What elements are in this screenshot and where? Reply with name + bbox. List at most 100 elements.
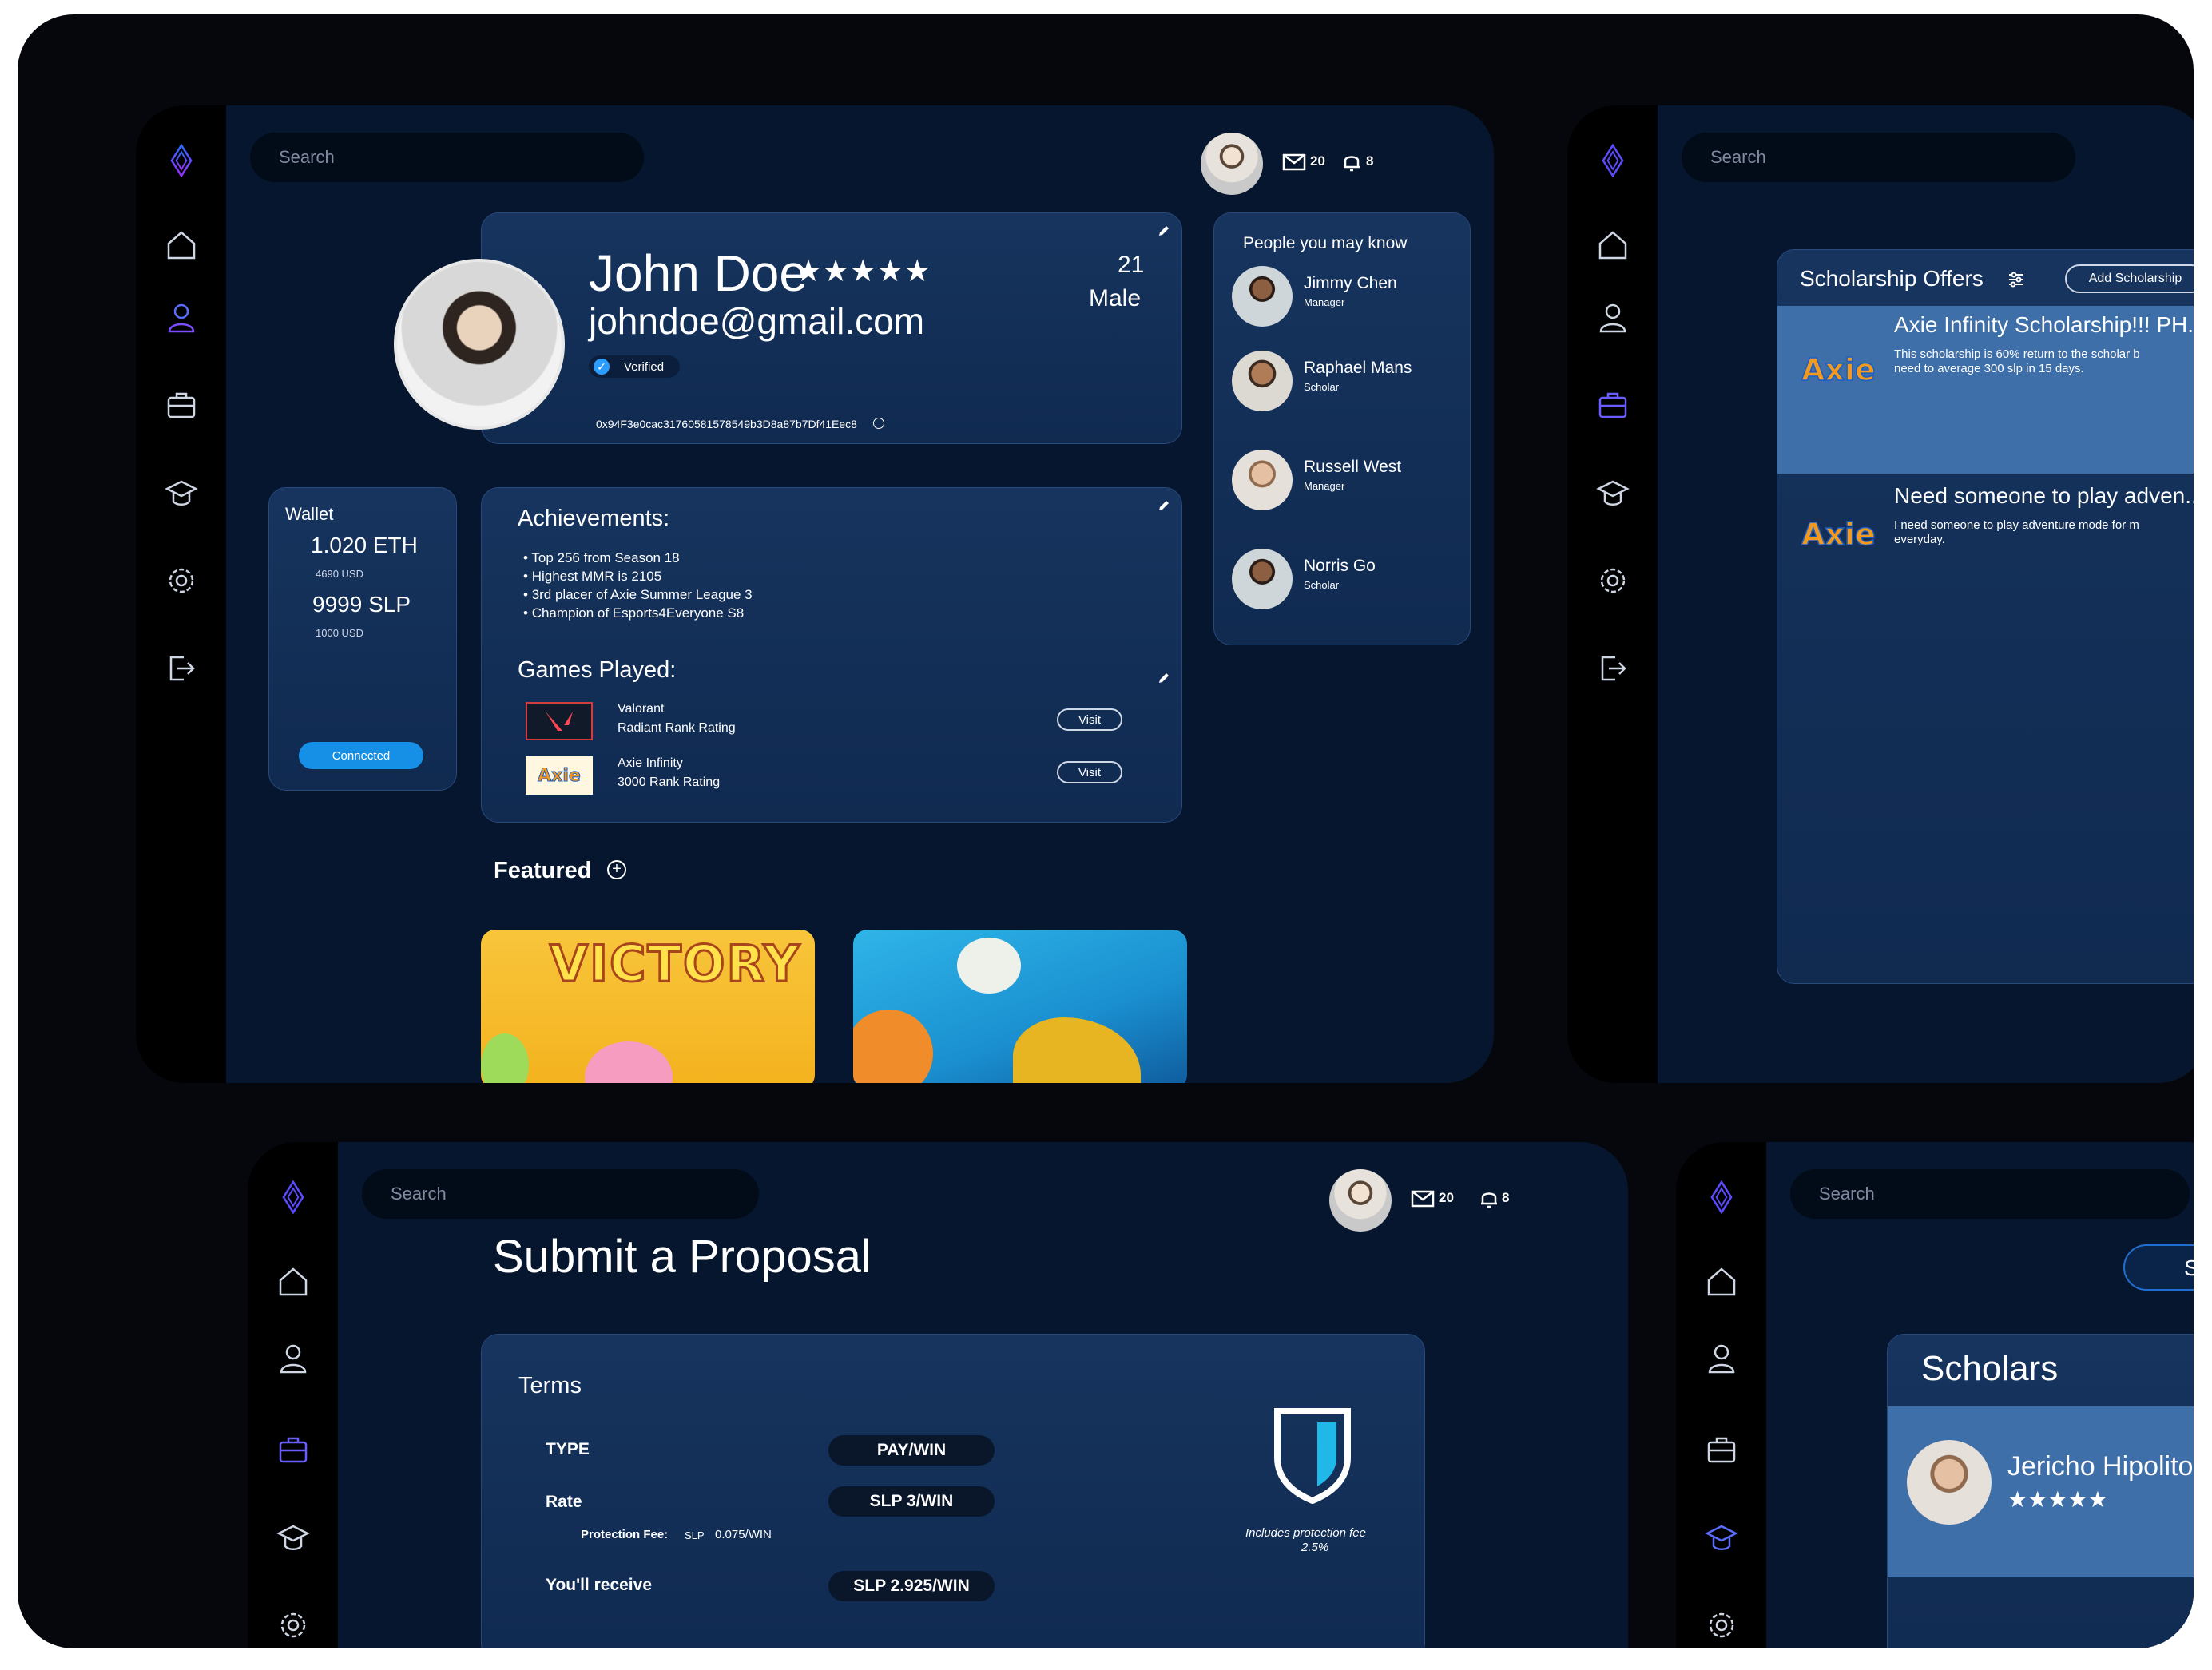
connected-button[interactable]: Connected	[299, 742, 423, 769]
brand-logo-icon[interactable]	[273, 1171, 313, 1224]
notifications-count: 8	[1366, 153, 1374, 169]
graduation-cap-icon[interactable]	[163, 474, 200, 511]
achievement-item: • Top 256 from Season 18	[523, 550, 680, 565]
person-name[interactable]: Russell West	[1304, 458, 1401, 477]
person-role: Scholar	[1304, 381, 1340, 393]
person-name[interactable]: Jimmy Chen	[1304, 274, 1397, 293]
edit-achievements-icon[interactable]	[1158, 499, 1170, 512]
header-avatar[interactable]	[1201, 133, 1263, 195]
featured-card[interactable]	[853, 930, 1187, 1083]
profile-name: John Doe	[589, 244, 808, 302]
profile-email: johndoe@gmail.com	[589, 300, 925, 342]
header-avatar[interactable]	[1329, 1169, 1392, 1232]
person-avatar[interactable]	[1232, 351, 1293, 411]
achievement-item: • Champion of Esports4Everyone S8	[523, 605, 745, 621]
search-input[interactable]: Search	[362, 1169, 759, 1219]
brand-logo-icon[interactable]	[1593, 134, 1633, 187]
graduation-cap-icon[interactable]	[1594, 474, 1631, 511]
scholarship-offer[interactable]: Axie Need someone to play adven... I nee…	[1777, 477, 2194, 597]
briefcase-icon[interactable]	[163, 387, 200, 423]
graduation-cap-icon[interactable]	[275, 1519, 312, 1556]
search-input[interactable]: Search	[250, 133, 644, 182]
home-icon[interactable]	[163, 227, 200, 264]
type-value[interactable]: PAY/WIN	[828, 1435, 995, 1466]
axie-logo-icon: Axie	[1801, 516, 1876, 553]
briefcase-icon[interactable]	[1703, 1431, 1740, 1468]
add-scholarship-button[interactable]: Add Scholarship	[2065, 264, 2194, 293]
person-avatar[interactable]	[1232, 549, 1293, 609]
shield-icon	[1271, 1405, 1354, 1508]
bell-icon[interactable]	[1479, 1188, 1499, 1213]
search-input[interactable]: Search	[1682, 133, 2075, 182]
home-icon[interactable]	[1594, 227, 1631, 264]
graduation-cap-icon[interactable]	[1703, 1519, 1740, 1556]
wallet-title: Wallet	[285, 504, 334, 524]
valorant-logo-icon	[526, 702, 593, 740]
filter-icon[interactable]	[2007, 271, 2025, 292]
messages-count: 20	[1439, 1190, 1454, 1205]
briefcase-icon[interactable]	[1594, 387, 1631, 423]
achievements-list: • Top 256 from Season 18 • Highest MMR i…	[523, 549, 753, 622]
offer-description: need to average 300 slp in 15 days.	[1894, 362, 2084, 375]
scholarship-screen: Search Scholarship Offers Add Scholarshi…	[1567, 105, 2194, 1083]
sidebar	[248, 1142, 338, 1648]
brand-logo-icon[interactable]	[161, 134, 201, 187]
edit-games-icon[interactable]	[1158, 672, 1170, 684]
protection-fee-unit: SLP	[685, 1529, 705, 1541]
profile-icon[interactable]	[1703, 1340, 1740, 1377]
wallet-address: 0x94F3e0cac31760581578549b3D8a87b7Df41Ee…	[596, 418, 857, 430]
profile-rating-stars: ★★★★★	[795, 255, 931, 288]
profile-avatar	[394, 259, 565, 430]
logout-icon[interactable]	[163, 650, 200, 687]
rate-label: Rate	[546, 1493, 582, 1511]
rate-value[interactable]: SLP 3/WIN	[828, 1486, 995, 1517]
bell-icon[interactable]	[1342, 152, 1361, 177]
scholar-row[interactable]: Jericho Hipolito ★★★★★	[1888, 1406, 2194, 1577]
verified-check-icon: ✓	[594, 359, 610, 375]
scholarship-offer[interactable]: Axie Axie Infinity Scholarship!!! PH... …	[1777, 306, 2194, 474]
featured-card[interactable]: VICTORY	[481, 930, 815, 1083]
protection-fee-value: 0.075/WIN	[715, 1528, 772, 1541]
profile-icon[interactable]	[275, 1340, 312, 1377]
sidebar	[1676, 1142, 1766, 1648]
scholars-screen: Search S Scholars Jericho Hipolito ★★★★★	[1676, 1142, 2194, 1648]
receive-label: You'll receive	[546, 1576, 653, 1594]
settings-icon[interactable]	[1703, 1607, 1740, 1644]
scholarship-offers-card: Scholarship Offers Add Scholarship Axie …	[1777, 249, 2194, 984]
copy-icon[interactable]	[873, 418, 884, 429]
brand-logo-icon[interactable]	[1702, 1171, 1741, 1224]
proposal-screen: Search 20 8 Submit a Proposal Terms TYPE…	[248, 1142, 1628, 1648]
person-name[interactable]: Raphael Mans	[1304, 359, 1412, 378]
scholar-name: Jericho Hipolito	[2007, 1451, 2194, 1482]
achievement-item: • Highest MMR is 2105	[523, 569, 662, 584]
notifications-count: 8	[1502, 1190, 1510, 1205]
sidebar	[1567, 105, 1658, 1083]
profile-icon[interactable]	[1594, 299, 1631, 336]
visit-valorant-button[interactable]: Visit	[1057, 708, 1122, 731]
profile-screen: Search 20 8 John Doe ★★★★★ johndoe@gmail…	[136, 105, 1494, 1083]
briefcase-icon[interactable]	[275, 1431, 312, 1468]
person-avatar[interactable]	[1232, 266, 1293, 327]
visit-axie-button[interactable]: Visit	[1057, 761, 1122, 783]
profile-gender: Male	[1089, 285, 1142, 311]
mail-icon[interactable]	[1282, 153, 1306, 175]
achievement-item: • 3rd placer of Axie Summer League 3	[523, 587, 753, 602]
person-avatar[interactable]	[1232, 450, 1293, 510]
scholars-tab-button[interactable]: S	[2123, 1244, 2194, 1291]
home-icon[interactable]	[1703, 1263, 1740, 1300]
settings-icon[interactable]	[275, 1607, 312, 1644]
add-featured-icon[interactable]: +	[607, 860, 626, 879]
search-input[interactable]: Search	[1790, 1169, 2190, 1219]
games-title: Games Played:	[518, 657, 677, 683]
edit-icon[interactable]	[1158, 224, 1170, 237]
wallet-eth: 1.020 ETH	[311, 533, 418, 557]
verified-label: Verified	[624, 359, 665, 374]
mail-icon[interactable]	[1411, 1190, 1435, 1212]
settings-icon[interactable]	[1594, 562, 1631, 599]
home-icon[interactable]	[275, 1263, 312, 1300]
person-name[interactable]: Norris Go	[1304, 557, 1376, 576]
offer-description: I need someone to play adventure mode fo…	[1894, 518, 2139, 532]
profile-icon[interactable]	[163, 299, 200, 336]
settings-icon[interactable]	[163, 562, 200, 599]
logout-icon[interactable]	[1594, 650, 1631, 687]
